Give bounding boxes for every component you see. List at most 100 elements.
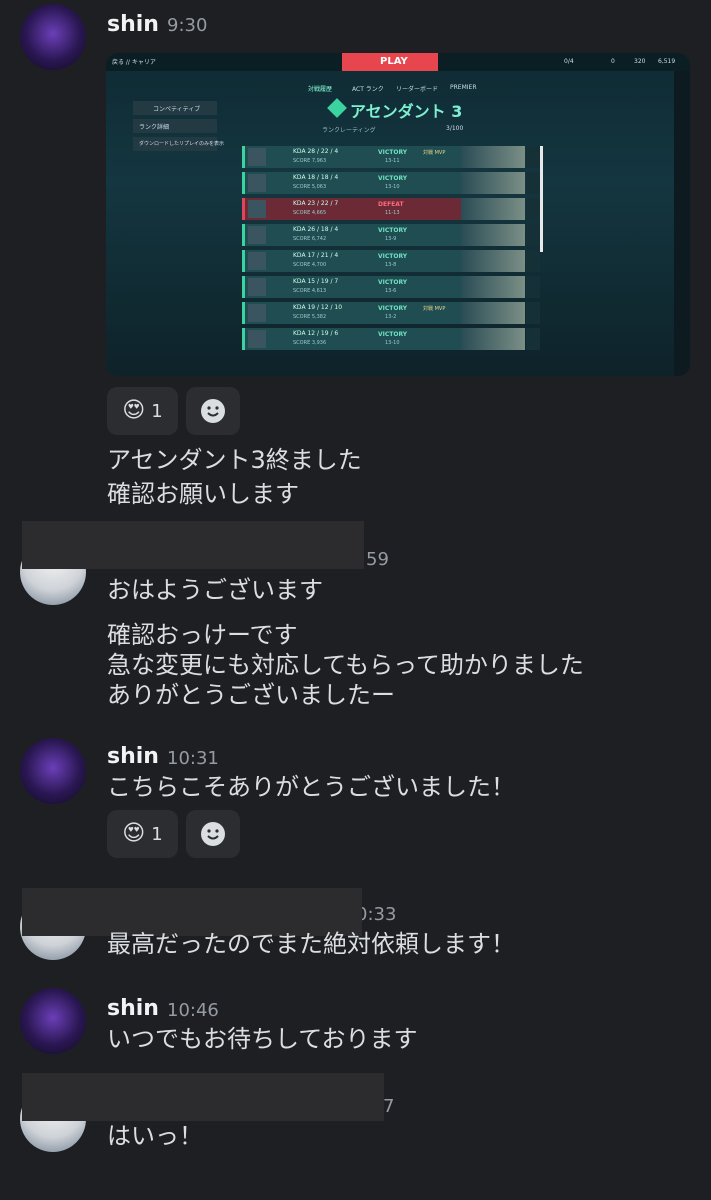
rank-points: 3/100 xyxy=(446,125,464,132)
avatar[interactable] xyxy=(20,4,86,70)
timestamp: 9:30 xyxy=(167,15,208,36)
match-result: VICTORY xyxy=(378,279,408,286)
timestamp-partial: 0:33 xyxy=(356,904,397,925)
smile-icon xyxy=(201,822,225,846)
match-score: 13-9 xyxy=(385,236,397,242)
agent-portrait xyxy=(248,278,266,296)
agent-portrait xyxy=(248,252,266,270)
rank-subtitle: ランクレーティング xyxy=(322,127,376,134)
scrollbar xyxy=(540,146,543,252)
match-score-points: SCORE 3,936 xyxy=(293,340,327,346)
agent-portrait xyxy=(248,226,266,244)
tab-premier: PREMIER xyxy=(450,84,477,91)
download-icon xyxy=(526,198,540,220)
message-text: はいっ！ xyxy=(107,1122,203,1150)
download-icon xyxy=(526,224,540,246)
match-score-points: SCORE 7,963 xyxy=(293,158,327,164)
match-score: 13-6 xyxy=(385,288,397,294)
download-icon xyxy=(526,146,540,168)
attached-screenshot[interactable]: 戻る // キャリア PLAY 0/4 0 320 6,519 対戦履歴 ACT… xyxy=(106,53,690,376)
message-text: 急な変更にも対応してもらって助かりました xyxy=(107,651,584,679)
timestamp-partial: 7 xyxy=(383,1096,395,1117)
add-reaction-button[interactable] xyxy=(186,387,240,435)
match-kda: KDA 26 / 18 / 4 xyxy=(293,226,339,233)
message-text: いつでもお待ちしております xyxy=(107,1025,418,1053)
match-score-points: SCORE 4,665 xyxy=(293,210,327,216)
match-result: VICTORY xyxy=(378,253,408,260)
tab-act-rank: ACT ランク xyxy=(352,86,384,93)
message-text: おはようございます xyxy=(107,576,323,604)
match-map xyxy=(461,172,525,194)
match-kda: KDA 15 / 19 / 7 xyxy=(293,278,339,285)
timestamp: 10:46 xyxy=(167,1000,219,1021)
reaction-heart-eyes[interactable]: 😍 1 xyxy=(107,387,178,435)
message-text: ありがとうございましたー xyxy=(107,681,395,709)
agent-portrait xyxy=(248,174,266,192)
match-map xyxy=(461,224,525,246)
match-map xyxy=(461,328,525,350)
download-icon xyxy=(526,302,540,324)
match-result: DEFEAT xyxy=(378,201,404,208)
match-score: 13-11 xyxy=(385,158,400,164)
reaction-heart-eyes[interactable]: 😍 1 xyxy=(107,810,178,858)
message-text: 確認お願いします xyxy=(107,480,299,508)
match-result: VICTORY xyxy=(378,305,408,312)
match-kda: KDA 17 / 21 / 4 xyxy=(293,252,339,259)
match-score-points: SCORE 5,063 xyxy=(293,184,327,190)
match-kda: KDA 18 / 18 / 4 xyxy=(293,174,339,181)
match-map xyxy=(461,198,525,220)
match-kda: KDA 23 / 22 / 7 xyxy=(293,200,339,207)
match-score: 13-10 xyxy=(385,340,400,346)
match-score-points: SCORE 6,742 xyxy=(293,236,327,242)
match-score-points: SCORE 5,382 xyxy=(293,314,327,320)
replay-filter: ダウンロードしたリプレイのみを表示 xyxy=(133,137,224,151)
match-map xyxy=(461,250,525,272)
match-score: 13-2 xyxy=(385,314,397,320)
rank-title: アセンダント 3 xyxy=(350,102,463,121)
redacted-name xyxy=(22,521,364,569)
back-link: 戻る // キャリア xyxy=(112,59,156,66)
download-icon xyxy=(526,276,540,298)
add-reaction-button[interactable] xyxy=(186,810,240,858)
username[interactable]: shin xyxy=(107,996,159,1021)
rank-detail: ランク詳細 xyxy=(133,119,217,133)
avatar[interactable] xyxy=(20,738,86,804)
tab-history: 対戦履歴 xyxy=(308,86,333,93)
message-text: アセンダント3終ました xyxy=(107,446,362,474)
match-result: VICTORY xyxy=(378,149,408,156)
match-kda: KDA 28 / 22 / 4 xyxy=(293,148,339,155)
message-text: こちらこそありがとうございました！ xyxy=(107,773,515,801)
play-button: PLAY xyxy=(342,53,438,71)
timestamp-partial: 59 xyxy=(366,549,389,570)
match-row: KDA 15 / 19 / 7 VICTORY 13-6 SCORE 4,613 xyxy=(242,276,525,298)
match-kda: KDA 12 / 19 / 6 xyxy=(293,330,339,337)
match-map xyxy=(461,302,525,324)
match-kda: KDA 19 / 12 / 10 xyxy=(293,304,343,311)
game-top-bar: 戻る // キャリア PLAY 0/4 0 320 6,519 xyxy=(106,53,690,71)
match-score-points: SCORE 4,613 xyxy=(293,288,327,294)
match-score: 13-10 xyxy=(385,184,400,190)
download-icon xyxy=(526,250,540,272)
avatar[interactable] xyxy=(20,988,86,1054)
match-result: VICTORY xyxy=(378,227,408,234)
match-result: VICTORY xyxy=(378,331,408,338)
match-row: KDA 26 / 18 / 4 VICTORY 13-9 SCORE 6,742 xyxy=(242,224,525,246)
smile-icon xyxy=(201,399,225,423)
match-row: KDA 23 / 22 / 7 DEFEAT 11-13 SCORE 4,665 xyxy=(242,198,525,220)
rank-icon xyxy=(327,98,347,118)
tab-leaderboard: リーダーボード xyxy=(396,86,439,93)
redacted-name xyxy=(22,1073,384,1121)
username[interactable]: shin xyxy=(107,744,159,769)
agent-portrait xyxy=(248,330,266,348)
message-text: 確認おっけーです xyxy=(107,621,298,649)
match-score: 11-13 xyxy=(385,210,400,216)
download-icon xyxy=(526,172,540,194)
match-row: KDA 19 / 12 / 10 VICTORY 13-2 SCORE 5,382 対戦… xyxy=(242,302,525,324)
username[interactable]: shin xyxy=(107,12,159,37)
agent-portrait xyxy=(248,200,266,218)
match-score: 13-8 xyxy=(385,262,397,268)
match-row: KDA 28 / 22 / 4 VICTORY 13-11 SCORE 7,963 対戦… xyxy=(242,146,525,168)
download-icon xyxy=(526,328,540,350)
agent-portrait xyxy=(248,148,266,166)
message-text: 最高だったのでまた絶対依頼します！ xyxy=(107,930,515,958)
